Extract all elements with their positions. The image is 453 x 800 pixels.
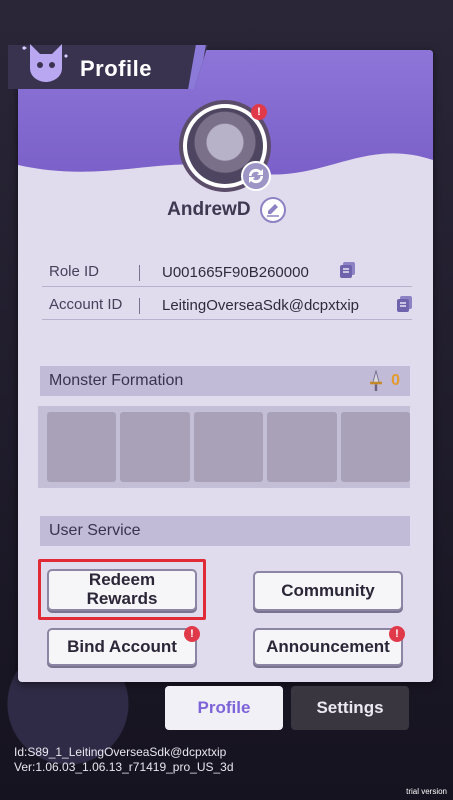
tab-settings[interactable]: Settings: [291, 686, 409, 730]
alert-badge-icon: !: [184, 626, 200, 642]
alert-badge-icon: !: [389, 626, 405, 642]
copy-icon[interactable]: [339, 261, 357, 279]
formation-slot[interactable]: [267, 412, 337, 482]
edit-name-button[interactable]: [259, 197, 286, 223]
divider: [139, 265, 140, 281]
account-id-label: Account ID: [49, 296, 123, 313]
swap-icon: [248, 168, 264, 184]
sword-icon: [370, 370, 382, 391]
formation-slot[interactable]: [120, 412, 190, 482]
tab-profile[interactable]: Profile: [165, 686, 283, 730]
announcement-button[interactable]: Announcement: [253, 628, 403, 666]
formation-count: 0: [391, 372, 400, 389]
monster-formation-header: Monster Formation 0: [40, 366, 410, 396]
username: AndrewD: [167, 199, 251, 220]
trial-watermark: trial version: [406, 787, 447, 796]
user-service-header: User Service: [40, 516, 410, 546]
username-row: AndrewD: [0, 197, 453, 223]
page-title: Profile: [80, 56, 152, 81]
account-id-row: Account ID LeitingOverseaSdk@dcpxtxip: [42, 288, 412, 320]
bind-account-button[interactable]: Bind Account: [47, 628, 197, 666]
selection-highlight: [38, 559, 206, 620]
formation-slot[interactable]: [193, 412, 264, 482]
swap-avatar-button[interactable]: [241, 161, 271, 191]
section-title: User Service: [49, 522, 141, 539]
formation-slot[interactable]: [340, 412, 411, 482]
account-id-value: LeitingOverseaSdk@dcpxtxip: [162, 297, 359, 314]
version-line: Ver:1.06.03_1.06.13_r71419_pro_US_3d: [14, 760, 234, 774]
divider: [139, 298, 140, 314]
role-id-label: Role ID: [49, 263, 100, 280]
copy-icon[interactable]: [396, 295, 414, 313]
formation-slot[interactable]: [47, 412, 117, 482]
cat-icon: [22, 44, 68, 82]
formation-slots: [38, 406, 411, 488]
user-id-line: Id:S89_1_LeitingOverseaSdk@dcpxtxip: [14, 745, 227, 759]
alert-badge-icon: !: [251, 104, 267, 120]
section-title: Monster Formation: [49, 372, 184, 389]
community-button[interactable]: Community: [253, 571, 403, 611]
edit-icon: [266, 204, 279, 217]
role-id-value: U001665F90B260000: [162, 264, 309, 281]
version-info: Id:S89_1_LeitingOverseaSdk@dcpxtxip Ver:…: [14, 745, 234, 775]
